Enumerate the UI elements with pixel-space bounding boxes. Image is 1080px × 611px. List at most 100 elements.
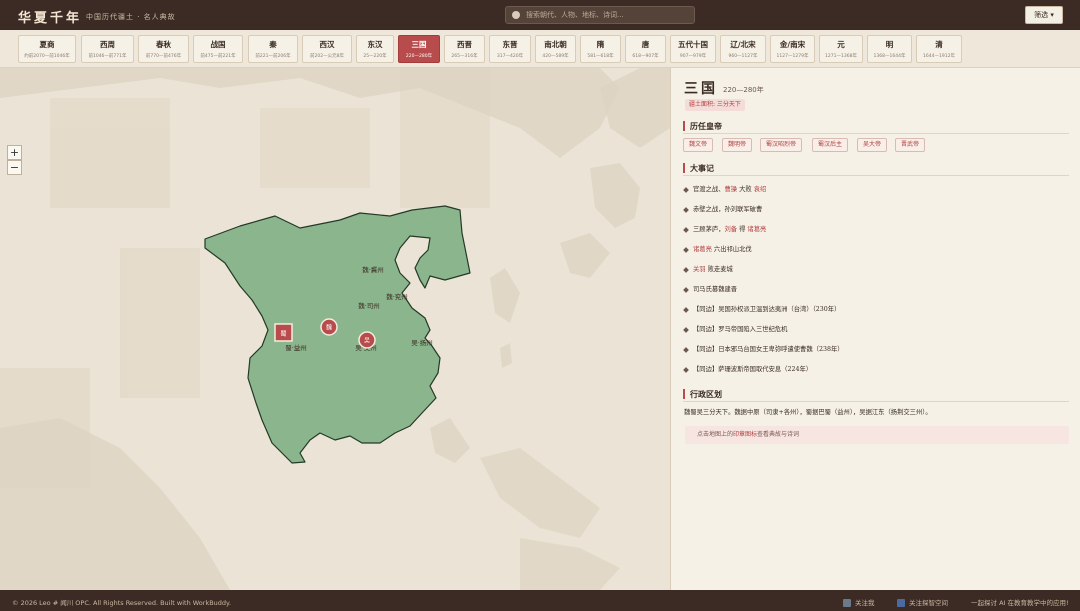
footer: © 2026 Leo # 闻川 OPC. All Rights Reserved… bbox=[0, 590, 1080, 611]
copyright: © 2026 Leo # 闻川 OPC. All Rights Reserved… bbox=[12, 599, 232, 607]
bullet-icon bbox=[683, 206, 689, 213]
follow-link[interactable]: 关注我 bbox=[843, 597, 875, 607]
dynasty-name: 春秋 bbox=[156, 40, 171, 49]
person-link[interactable]: 刘备 bbox=[724, 226, 737, 233]
dynasty-name: 西晋 bbox=[457, 40, 472, 49]
dynasty-years: 1127—1279年 bbox=[776, 54, 809, 59]
bullet-icon bbox=[683, 346, 689, 353]
seal-marker-wei[interactable]: 魏 bbox=[320, 318, 338, 336]
event-item: 三顾茅庐，刘备 得 诸葛亮 bbox=[683, 224, 766, 233]
dynasty-tab-active[interactable]: 三国 220—280年 bbox=[398, 35, 440, 63]
dynasty-years: 420—589年 bbox=[542, 54, 569, 59]
emperor-tag[interactable]: 晋武帝 bbox=[895, 138, 926, 152]
dynasty-tab[interactable]: 秦前221—前206年 bbox=[248, 35, 298, 63]
dynasty-name: 唐 bbox=[641, 40, 650, 49]
follow-label: 关注我 bbox=[855, 599, 875, 607]
emperor-tag[interactable]: 吴大帝 bbox=[857, 138, 888, 152]
dynasty-tab[interactable]: 辽/北宋 960—1127年 bbox=[720, 35, 766, 63]
map-canvas[interactable]: 魏·冀州 魏·兖州 魏·司州 蜀·益州 吴·扬州 吴·交州 蜀 魏 吴 bbox=[0, 68, 670, 590]
dynasty-tab[interactable]: 隋 581—618年 bbox=[580, 35, 621, 63]
dynasty-years: 265—316年 bbox=[451, 54, 478, 59]
dynasty-name: 秦 bbox=[269, 40, 277, 49]
dynasty-timeline: 夏商 约前2070—前1046年 西周前1046—前771年 春秋前770—前47… bbox=[0, 30, 1080, 68]
dynasty-years: 前202—公元8年 bbox=[310, 54, 344, 59]
emperor-tag[interactable]: 魏文帝 bbox=[683, 138, 714, 152]
dynasty-name: 东汉 bbox=[367, 40, 383, 49]
hint-highlight: 印章图标 bbox=[733, 431, 758, 438]
dynasty-years: 618—907年 bbox=[632, 54, 659, 59]
divider bbox=[683, 175, 1069, 176]
follow-label: 关注探智空间 bbox=[909, 599, 948, 607]
event-item: 【同边】萨珊波斯帝国取代安息（224年） bbox=[683, 364, 812, 373]
emperor-tag[interactable]: 蜀汉后主 bbox=[812, 138, 849, 152]
dynasty-years: 约前2070—前1046年 bbox=[24, 54, 70, 59]
dynasty-name: 元 bbox=[837, 40, 845, 49]
hint-text: 点击地图上的 bbox=[697, 431, 734, 438]
event-text: 得 bbox=[739, 226, 746, 233]
follow-space-link[interactable]: 关注探智空间 bbox=[897, 597, 948, 607]
dynasty-years: 25—220年 bbox=[363, 54, 387, 59]
dynasty-tab[interactable]: 元 1271—1368年 bbox=[819, 35, 863, 63]
event-item: 【同边】吴国孙权派卫温到达夷洲（台湾）（230年） bbox=[683, 304, 841, 313]
event-item: 诸葛亮 六出祁山北伐 bbox=[683, 244, 752, 253]
dynasty-years: 907—979年 bbox=[679, 54, 707, 59]
dynasty-tab[interactable]: 南北朝 420—589年 bbox=[535, 35, 576, 63]
person-link[interactable]: 诸葛亮 bbox=[693, 246, 712, 253]
dynasty-tab[interactable]: 东汉 25—220年 bbox=[356, 35, 394, 63]
person-link[interactable]: 诸葛亮 bbox=[747, 226, 766, 233]
seal-marker-shu[interactable]: 蜀 bbox=[274, 323, 293, 342]
person-link[interactable]: 袁绍 bbox=[754, 186, 767, 193]
event-text: 官渡之战、 bbox=[693, 186, 725, 193]
person-link[interactable]: 关羽 bbox=[693, 266, 706, 273]
map-label: 蜀·益州 bbox=[285, 343, 307, 352]
dynasty-tab[interactable]: 西汉前202—公元8年 bbox=[302, 35, 352, 63]
event-text: 【同边】吴国孙权派卫温到达夷洲（台湾）（230年） bbox=[693, 306, 841, 313]
event-text: 大败 bbox=[739, 186, 752, 193]
dynasty-years: 前221—前206年 bbox=[255, 54, 291, 59]
filter-button[interactable]: 筛选 ▾ bbox=[1025, 6, 1063, 24]
dynasty-years: 前770—前476年 bbox=[145, 54, 182, 59]
dynasty-tab[interactable]: 金/南宋 1127—1279年 bbox=[770, 35, 815, 63]
bullet-icon bbox=[683, 306, 689, 313]
event-item: 司马氏篡魏建晋 bbox=[683, 284, 737, 293]
event-item: 官渡之战、曹操 大败 袁绍 bbox=[683, 184, 767, 193]
event-item: 【同边】日本邪马台国女王卑弥呼遣使曹魏（238年） bbox=[683, 344, 844, 353]
hint-text: 查看典故与诗词 bbox=[757, 431, 800, 438]
bullet-icon bbox=[683, 186, 689, 193]
dynasty-years: 1644—1912年 bbox=[923, 54, 955, 59]
dynasty-name: 西周 bbox=[100, 40, 115, 49]
dynasty-tab[interactable]: 战国 前475—前221年 bbox=[193, 35, 243, 63]
dynasty-tab[interactable]: 夏商 约前2070—前1046年 bbox=[18, 35, 76, 63]
dynasty-name: 金/南宋 bbox=[779, 40, 806, 49]
bullet-icon bbox=[683, 266, 689, 273]
map-view[interactable]: 魏·冀州 魏·兖州 魏·司州 蜀·益州 吴·扬州 吴·交州 蜀 魏 吴 + − bbox=[0, 68, 670, 590]
dynasty-tab[interactable]: 明 1368—1644年 bbox=[867, 35, 912, 63]
dynasty-name: 东晋 bbox=[502, 40, 518, 49]
zoom-in-button[interactable]: + bbox=[7, 145, 22, 160]
emperor-tag[interactable]: 蜀汉昭烈帝 bbox=[760, 138, 803, 152]
zoom-out-button[interactable]: − bbox=[7, 160, 22, 175]
dynasty-name: 五代十国 bbox=[678, 40, 708, 49]
person-link[interactable]: 曹操 bbox=[724, 186, 737, 193]
event-text: 【同边】罗马帝国陷入三世纪危机 bbox=[693, 326, 788, 333]
dynasty-tab[interactable]: 唐 618—907年 bbox=[625, 35, 666, 63]
dynasty-years: 581—618年 bbox=[587, 54, 614, 59]
dynasty-tab[interactable]: 西周前1046—前771年 bbox=[81, 35, 134, 63]
dynasty-tab[interactable]: 东晋 317—420年 bbox=[489, 35, 531, 63]
dynasty-tab[interactable]: 西晋 265—316年 bbox=[444, 35, 485, 63]
dynasty-tab[interactable]: 清 1644—1912年 bbox=[916, 35, 962, 63]
event-text: 赤壁之战，孙刘联军破曹 bbox=[693, 206, 763, 213]
event-text: 败走麦城 bbox=[707, 266, 733, 273]
dynasty-name: 西汉 bbox=[319, 40, 335, 49]
dynasty-tab[interactable]: 春秋前770—前476年 bbox=[138, 35, 189, 63]
seal-marker-label: 吴 bbox=[364, 338, 370, 345]
seal-marker-wu[interactable]: 吴 bbox=[358, 331, 376, 349]
dynasty-name: 三国 bbox=[411, 40, 427, 49]
emperor-tag[interactable]: 魏明帝 bbox=[722, 138, 753, 152]
brand-logo[interactable]: 华夏千年 bbox=[18, 7, 82, 26]
dynasty-years: 前1046—前771年 bbox=[88, 54, 127, 59]
search-box[interactable] bbox=[505, 6, 695, 24]
dynasty-tab[interactable]: 五代十国 907—979年 bbox=[670, 35, 716, 63]
search-input[interactable] bbox=[526, 11, 686, 19]
event-text: 【同边】日本邪马台国女王卑弥呼遣使曹魏（238年） bbox=[693, 346, 844, 353]
